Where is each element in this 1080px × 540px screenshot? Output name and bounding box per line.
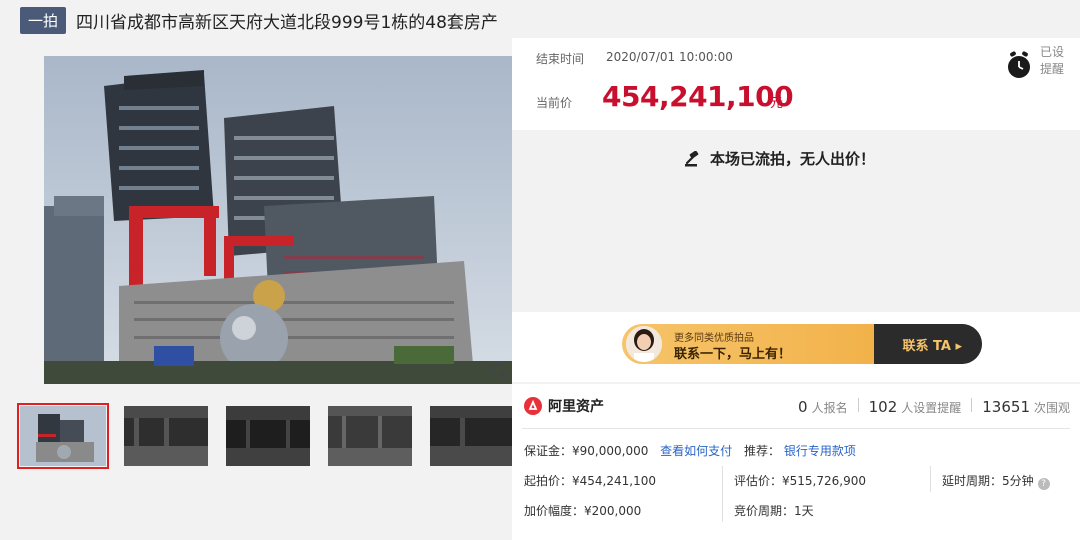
agent-portrait (626, 326, 662, 362)
thumbnail-strip (17, 403, 532, 469)
deposit-value: 保证金：¥90,000,000 (524, 444, 649, 458)
thumbnail-interior-image (430, 406, 514, 466)
reminder-label: 人设置提醒 (901, 401, 962, 415)
thumbnail-interior-image (226, 406, 310, 466)
delay-period: 延时周期：5分钟 (942, 474, 1034, 488)
agent-avatar (626, 326, 662, 362)
thumbnail-interior-image (124, 406, 208, 466)
column-divider (722, 466, 723, 522)
reminder-count: 102 (868, 398, 898, 416)
brand-name: 阿里资产 (548, 399, 604, 415)
thumbnail-2[interactable] (124, 406, 208, 466)
reminder-status[interactable]: 已设 提醒 (1040, 44, 1070, 78)
contact-button[interactable]: 联系 TA ▸ (903, 335, 963, 354)
thumbnail-building-image (20, 406, 106, 466)
promo-title: 联系一下，马上有！ (674, 347, 792, 362)
current-price-label: 当前价 (536, 96, 573, 110)
bid-increment: 加价幅度：¥200,000 (524, 504, 642, 518)
thumbnail-interior-image (328, 406, 412, 466)
brand-logo-glyph (528, 399, 538, 410)
info-divider (522, 428, 1070, 429)
reminder-line1: 已设 (1040, 45, 1065, 59)
recommend-label: 推荐： (744, 444, 781, 458)
stats-divider (971, 398, 973, 412)
deposit-row: 保证金：¥90,000,000 查看如何支付 推荐： 银行专用款项 (524, 442, 856, 459)
thumbnail-3[interactable] (226, 406, 310, 466)
bank-special-link[interactable]: 银行专用款项 (784, 444, 856, 458)
promo-band: 更多同类优质拍品 联系一下，马上有！ 联系 TA ▸ (512, 312, 1080, 382)
stats-divider (857, 398, 859, 412)
alarm-clock-icon[interactable] (1006, 50, 1032, 80)
auction-status: 本场已流拍，无人出价！ (684, 148, 875, 169)
column-divider (930, 466, 931, 492)
main-property-image[interactable] (44, 56, 512, 384)
reminder-line2: 提醒 (1040, 62, 1065, 76)
evaluation-price: 评估价：¥515,726,900 (734, 474, 866, 488)
page-title: 四川省成都市高新区天府大道北段999号1栋的48套房产 (76, 12, 498, 33)
title-bar: 一拍 四川省成都市高新区天府大道北段999号1栋的48套房产 (20, 6, 498, 34)
price-unit: 元 (770, 96, 784, 111)
view-count: 13651 (982, 398, 1030, 416)
thumbnail-5[interactable] (430, 406, 514, 466)
signup-label: 人报名 (811, 401, 848, 415)
auction-stats: 0 人报名 102 人设置提醒 13651 次围观 (798, 398, 1070, 416)
delay-row: 延时周期：5分钟? (942, 472, 1050, 490)
brand[interactable]: 阿里资产 (524, 396, 604, 416)
help-icon[interactable]: ? (1037, 478, 1050, 490)
view-label: 次围观 (1033, 401, 1070, 415)
signup-count: 0 (798, 398, 808, 416)
building-photo (44, 56, 512, 384)
brand-logo-icon (524, 397, 542, 415)
end-time-value: 2020/07/01 10:00:00 (606, 50, 733, 64)
zoom-icon[interactable] (490, 362, 510, 382)
promo-subtitle: 更多同类优质拍品 (674, 333, 754, 344)
deposit-payment-link[interactable]: 查看如何支付 (660, 444, 732, 458)
current-price-value: 454,241,100 (602, 80, 794, 113)
start-price: 起拍价：¥454,241,100 (524, 474, 656, 488)
auction-info-panel: 阿里资产 0 人报名 102 人设置提醒 13651 次围观 保证金：¥90,0… (512, 384, 1080, 540)
auction-round-badge: 一拍 (20, 6, 67, 34)
price-panel: 结束时间 2020/07/01 10:00:00 当前价 454,241,100… (512, 38, 1080, 130)
auction-status-text: 本场已流拍，无人出价！ (710, 150, 876, 168)
gavel-icon (685, 150, 699, 166)
thumbnail-1[interactable] (17, 403, 109, 469)
thumbnail-4[interactable] (328, 406, 412, 466)
contact-promo-banner[interactable]: 更多同类优质拍品 联系一下，马上有！ 联系 TA ▸ (622, 324, 982, 364)
auction-status-panel: 本场已流拍，无人出价！ (512, 130, 1080, 310)
end-time-label: 结束时间 (536, 52, 585, 66)
bid-cycle: 竞价周期：1天 (734, 504, 814, 518)
